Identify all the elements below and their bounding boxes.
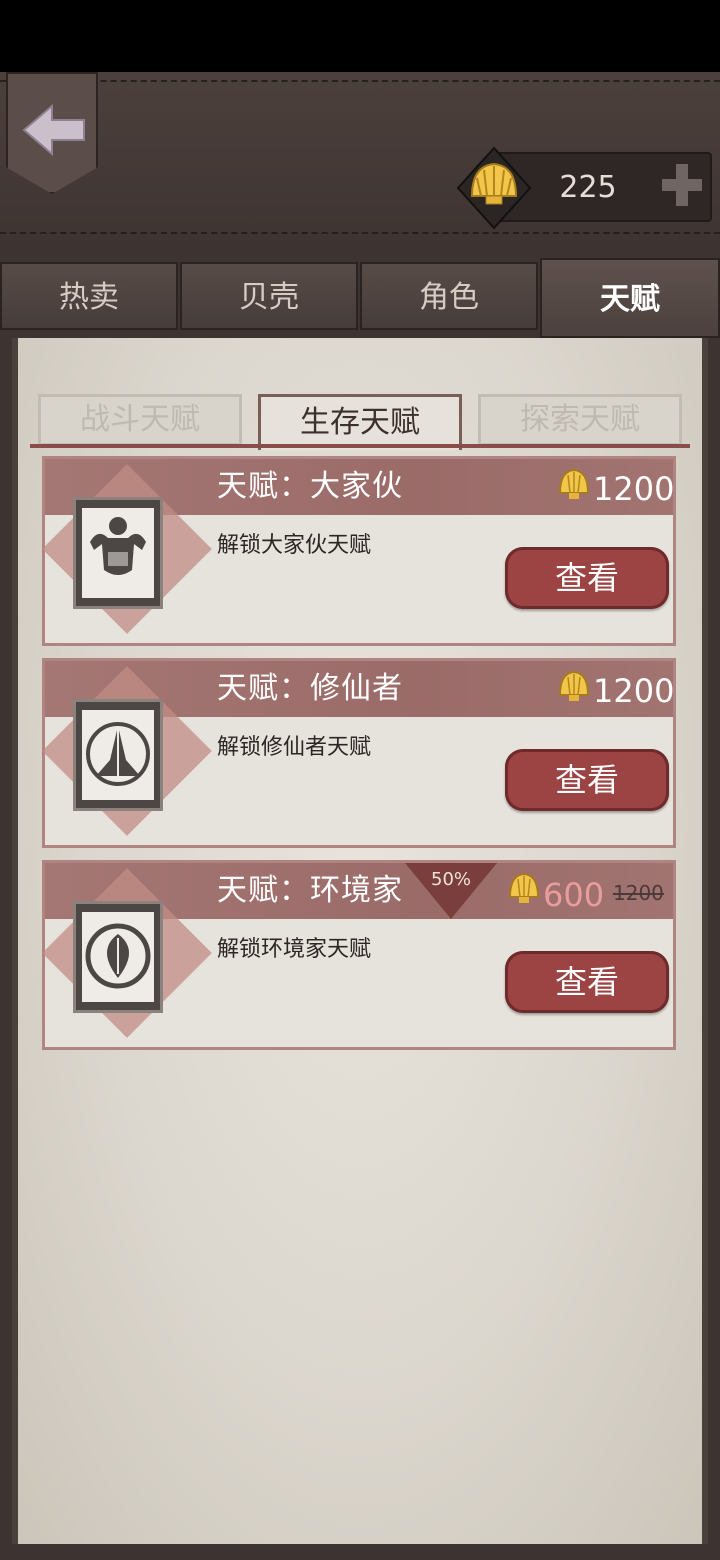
- shell-icon: [456, 146, 532, 230]
- subtab-label: 生存天赋: [300, 405, 420, 440]
- tab-label: 贝壳: [239, 280, 299, 315]
- card-original-price: 1200: [613, 881, 664, 905]
- shell-icon: [558, 670, 590, 701]
- talent-card: 天赋：大家伙 1200 解锁大家伙天赋 查看: [42, 456, 676, 646]
- subtab-underline: [30, 444, 690, 448]
- talent-card: 天赋：环境家 50% 600 1200 解锁环境家天赋 查看: [42, 860, 676, 1050]
- talent-icon-frame: [73, 901, 163, 1013]
- plus-icon[interactable]: [660, 160, 704, 210]
- tab-shells[interactable]: 贝壳: [180, 262, 358, 330]
- praying-hands-icon: [82, 710, 154, 800]
- subtab-label: 战斗天赋: [80, 402, 200, 437]
- tab-hot-sale[interactable]: 热卖: [0, 262, 178, 330]
- card-price: 1200: [593, 672, 675, 710]
- card-description: 解锁大家伙天赋: [217, 533, 372, 558]
- subtab-survival-talent[interactable]: 生存天赋: [258, 394, 462, 450]
- tab-label: 天赋: [600, 282, 660, 317]
- subtab-label: 探索天赋: [520, 402, 640, 437]
- card-price: 1200: [593, 470, 675, 508]
- shell-icon: [558, 468, 590, 499]
- main-tabs: 热卖 贝壳 角色 天赋: [0, 258, 720, 338]
- subtab-explore-talent[interactable]: 探索天赋: [478, 394, 682, 446]
- subtab-combat-talent[interactable]: 战斗天赋: [38, 394, 242, 446]
- status-bar: [0, 0, 720, 72]
- card-title: 天赋：大家伙: [217, 469, 403, 504]
- tab-talents[interactable]: 天赋: [540, 258, 720, 338]
- back-arrow-icon: [22, 103, 85, 157]
- view-button[interactable]: 查看: [505, 547, 669, 609]
- muscle-man-icon: [82, 508, 154, 598]
- shell-icon: [508, 872, 540, 903]
- card-description: 解锁环境家天赋: [217, 937, 372, 962]
- card-title: 天赋：环境家: [217, 873, 403, 908]
- talent-card: 天赋：修仙者 1200 解锁修仙者天赋 查看: [42, 658, 676, 848]
- view-button[interactable]: 查看: [505, 749, 669, 811]
- card-description: 解锁修仙者天赋: [217, 735, 372, 760]
- tab-label: 热卖: [59, 280, 119, 315]
- card-title: 天赋：修仙者: [217, 671, 403, 706]
- talent-icon-frame: [73, 497, 163, 609]
- card-sale-price: 600: [543, 876, 605, 914]
- discount-text: 50%: [431, 869, 472, 890]
- currency-value: 225: [559, 170, 617, 205]
- talent-icon-frame: [73, 699, 163, 811]
- tab-characters[interactable]: 角色: [360, 262, 538, 330]
- view-button[interactable]: 查看: [505, 951, 669, 1013]
- leaf-recycle-icon: [82, 912, 154, 1002]
- tab-label: 角色: [419, 280, 479, 315]
